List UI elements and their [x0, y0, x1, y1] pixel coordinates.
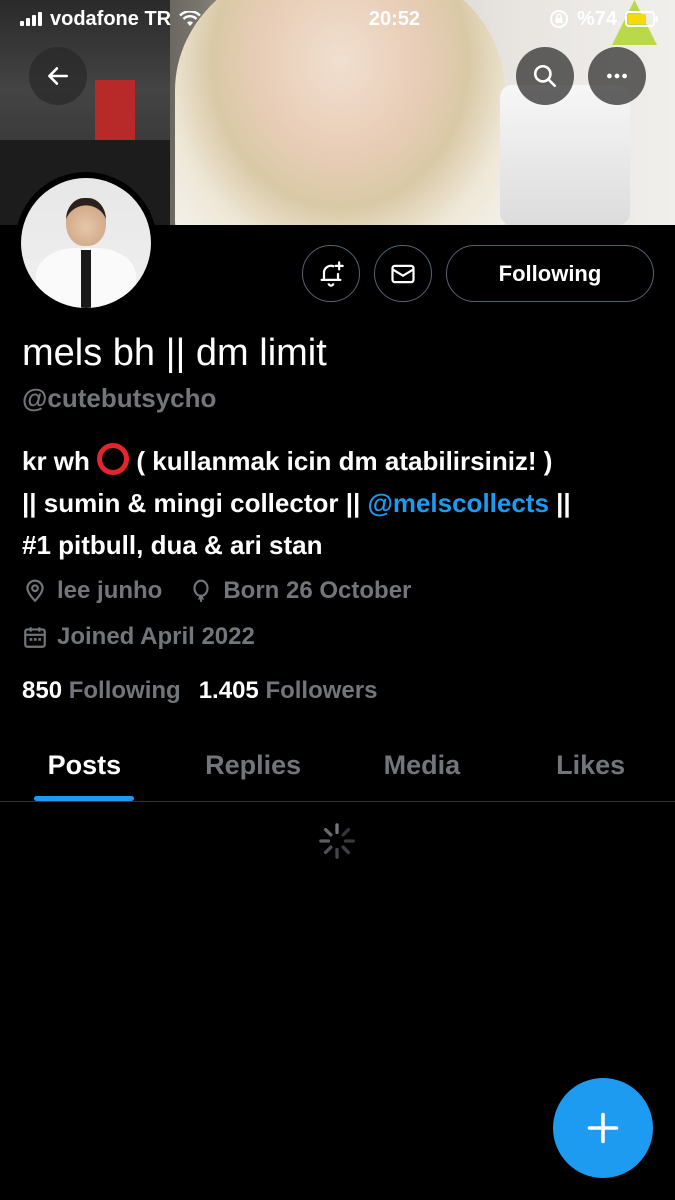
- following-count-link[interactable]: 850 Following: [22, 677, 181, 705]
- join-date: Joined April 2022: [22, 623, 255, 651]
- more-button[interactable]: [588, 47, 646, 105]
- bio-text: kr wh: [22, 446, 90, 476]
- envelope-icon: [391, 264, 415, 283]
- arrow-left-icon: [48, 67, 68, 85]
- location: lee junho: [22, 577, 162, 605]
- tab-replies[interactable]: Replies: [169, 730, 338, 801]
- rotation-lock-icon: [549, 10, 568, 28]
- balloon-icon: [193, 579, 209, 602]
- location-pin-icon: [26, 579, 44, 603]
- birthday: Born 26 October: [188, 577, 411, 605]
- calendar-icon: [24, 627, 46, 648]
- display-name: mels bh || dm limit: [22, 332, 327, 374]
- message-button[interactable]: [374, 245, 432, 302]
- bell-plus-icon: [320, 260, 344, 287]
- bio-text: ||: [548, 488, 571, 518]
- tab-likes[interactable]: Likes: [506, 730, 675, 801]
- user-handle: @cutebutsycho: [22, 383, 217, 413]
- wifi-icon: [179, 11, 201, 26]
- loading-spinner-icon: [319, 823, 355, 859]
- more-horizontal-icon: [607, 73, 627, 79]
- back-button[interactable]: [29, 47, 87, 105]
- tab-posts[interactable]: Posts: [0, 730, 169, 801]
- plus-icon: [587, 1112, 619, 1144]
- battery-icon: [625, 11, 658, 27]
- status-bar: vodafone TR 20:52 %74: [0, 0, 675, 38]
- bio-mention-link[interactable]: @melscollects: [367, 488, 548, 518]
- following-button[interactable]: Following: [446, 245, 654, 302]
- avatar[interactable]: [15, 172, 157, 314]
- carrier-name: vodafone TR: [50, 7, 172, 30]
- search-icon: [533, 64, 557, 88]
- bio-text: #1 pitbull, dua & ari stan: [22, 530, 323, 560]
- clock: 20:52: [368, 7, 421, 30]
- signal-icon: [20, 12, 42, 26]
- profile-bio: kr wh ( kullanmak icin dm atabilirsiniz!…: [22, 440, 662, 566]
- search-button[interactable]: [516, 47, 574, 105]
- followers-count-link[interactable]: 1.405 Followers: [199, 677, 378, 705]
- tab-media[interactable]: Media: [338, 730, 507, 801]
- notification-button[interactable]: [302, 245, 360, 302]
- bio-text: ( kullanmak icin dm atabilirsiniz! ): [129, 446, 553, 476]
- profile-tabs: Posts Replies Media Likes: [0, 730, 675, 802]
- red-circle-emoji-icon: [97, 443, 130, 475]
- battery-percent: %74: [576, 7, 617, 30]
- compose-post-button[interactable]: [553, 1078, 653, 1178]
- bio-text: || sumin & mingi collector ||: [22, 488, 368, 518]
